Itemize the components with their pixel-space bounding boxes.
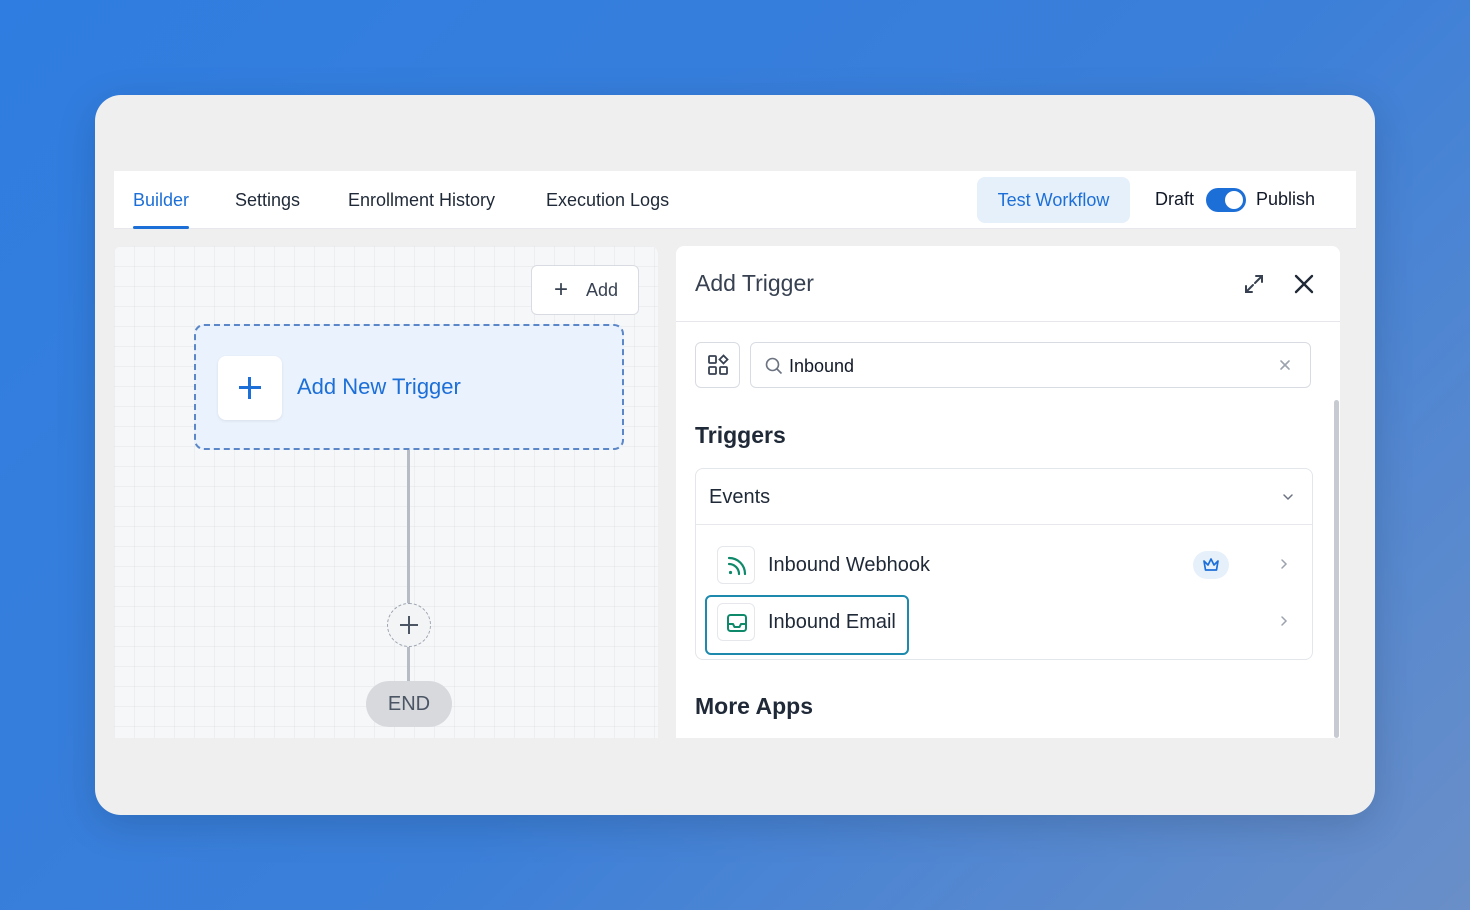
event-item-label: Inbound Email [768,611,896,633]
panel-title: Add Trigger [695,270,814,296]
event-item-inbound-email[interactable]: Inbound Email [696,595,1312,655]
workflow-canvas[interactable] [114,246,658,738]
tab-builder[interactable]: Builder [133,171,190,229]
event-item-inbound-webhook[interactable]: Inbound Webhook [696,540,1312,590]
add-button[interactable]: + Add [531,265,639,315]
search-input[interactable] [789,351,1259,381]
events-group-header[interactable]: Events [696,469,1312,525]
close-icon[interactable] [1292,272,1316,296]
panel-scrollbar[interactable] [1334,400,1339,738]
add-new-trigger-node[interactable]: Add New Trigger [194,324,624,450]
grid-icon [708,354,729,375]
chevron-down-icon [1283,494,1293,501]
events-group-label: Events [709,486,771,508]
event-item-label: Inbound Webhook [768,554,930,576]
add-trigger-panel: Add Trigger Triggers Events [676,246,1340,738]
trigger-node-label: Add New Trigger [297,374,461,399]
clear-icon [1280,360,1290,370]
app-grid-button[interactable] [695,342,740,388]
toggle-knob [1225,191,1243,209]
webhook-icon [717,546,755,584]
more-apps-heading: More Apps [695,693,813,719]
add-step-button[interactable] [387,603,431,647]
add-button-label: Add [586,280,619,300]
search-icon [765,357,783,375]
chevron-right-icon [1281,559,1288,569]
search-box [750,342,1311,388]
expand-icon[interactable] [1242,272,1266,296]
chevron-right-icon [1281,616,1288,626]
triggers-heading: Triggers [695,422,786,448]
test-workflow-button[interactable]: Test Workflow [977,177,1130,223]
plus-icon [218,356,282,420]
panel-divider [676,321,1340,322]
publish-label: Publish [1256,189,1316,209]
tab-settings[interactable]: Settings [235,171,300,229]
connector-line [407,450,410,682]
plus-icon: + [554,276,569,303]
tab-execution-logs[interactable]: Execution Logs [546,171,669,229]
events-group: Events Inbound Webhook Inbound Email [695,468,1313,660]
draft-label: Draft [1155,189,1195,209]
tab-enrollment-history[interactable]: Enrollment History [348,171,495,229]
crown-icon [1203,558,1219,571]
publish-toggle[interactable] [1206,188,1246,212]
premium-badge [1193,551,1229,579]
email-inbox-icon [717,603,755,641]
end-node: END [366,681,452,727]
